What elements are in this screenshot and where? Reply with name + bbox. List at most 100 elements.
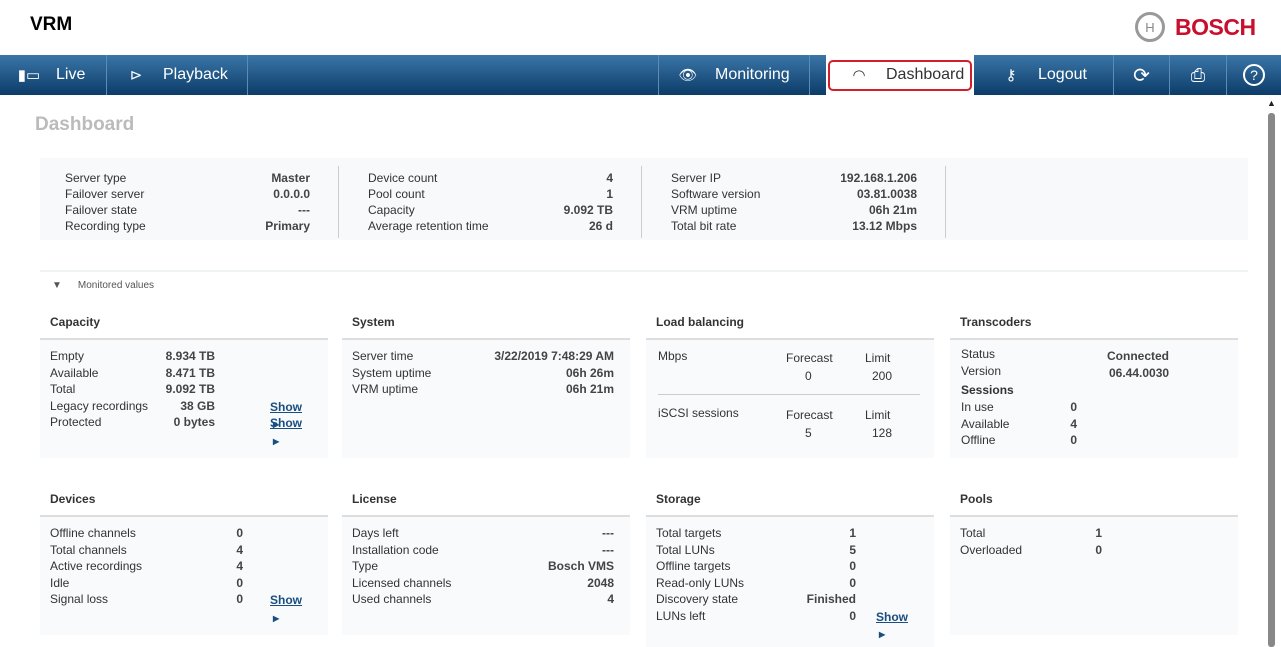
- row-value: 1: [1095, 526, 1102, 540]
- data-row: Failover state ---: [65, 202, 310, 218]
- row-value: 1: [849, 526, 856, 540]
- divider: [338, 166, 339, 238]
- row-label: Installation code: [352, 542, 439, 557]
- data-row: Protected 0 bytes Show: [50, 414, 302, 431]
- print-button[interactable]: ⎙: [1170, 55, 1227, 95]
- data-row: Device count 4: [368, 170, 613, 186]
- row-label: Average retention time: [368, 219, 489, 233]
- row-value: 3/22/2019 7:48:29 AM: [494, 349, 614, 363]
- row-label: LUNs left: [656, 608, 706, 623]
- divider: [945, 166, 946, 238]
- row-value: 1: [606, 187, 613, 201]
- data-row: VRM uptime 06h 21m: [352, 381, 614, 398]
- row-value: 0: [849, 575, 856, 590]
- iscsi-limit: 128: [872, 426, 893, 440]
- data-row: Total channels 4: [50, 542, 243, 559]
- row-value: 0: [236, 592, 243, 606]
- row-label: Server type: [65, 171, 127, 185]
- row-label: Failover server: [65, 187, 145, 201]
- show-link[interactable]: Show: [270, 592, 302, 627]
- row-label: Active recordings: [50, 559, 143, 573]
- row-label: VRM uptime: [671, 203, 738, 217]
- data-row: Total targets 1: [656, 525, 856, 542]
- help-icon: ?: [1243, 64, 1265, 86]
- row-value: Primary: [265, 219, 310, 233]
- license-panel: License Days left --- Installation code --- T…: [342, 485, 630, 635]
- row-label: Empty: [50, 349, 85, 363]
- row-label: Capacity: [368, 203, 415, 217]
- row-value: 0: [849, 608, 856, 623]
- row-label: Device count: [368, 171, 438, 185]
- printer-icon: ⎙: [1190, 64, 1206, 85]
- sessions-heading: Sessions: [961, 383, 1014, 397]
- row-value: 26 d: [588, 219, 613, 233]
- refresh-button[interactable]: ⟳: [1114, 55, 1170, 95]
- bosch-armature-icon: H: [1135, 12, 1165, 42]
- data-row: Pool count 1: [368, 186, 613, 202]
- row-label: System uptime: [352, 365, 432, 380]
- data-row: Capacity 9.092 TB: [368, 202, 613, 218]
- data-row: Days left ---: [352, 525, 614, 542]
- row-value: 13.12 Mbps: [852, 219, 917, 233]
- scrollbar-thumb[interactable]: [1268, 113, 1275, 647]
- row-label: Available: [50, 365, 99, 380]
- show-link[interactable]: Show: [270, 415, 302, 450]
- forecast-header: Forecast: [786, 408, 833, 422]
- transcoders-panel: Transcoders Status Connected Version 06.…: [950, 308, 1238, 458]
- data-row: Active recordings 4: [50, 558, 243, 575]
- data-row: Type Bosch VMS: [352, 558, 614, 575]
- row-value: 06h 21m: [565, 382, 614, 396]
- devices-panel: Devices Offline channels 0 Total channels 4 A…: [40, 485, 328, 635]
- data-row: Discovery state Finished: [656, 591, 856, 608]
- row-value: 0: [1070, 400, 1077, 414]
- row-label: Software version: [671, 187, 761, 201]
- data-row: Server IP 192.168.1.206: [671, 170, 917, 186]
- page-title: Dashboard: [35, 114, 135, 135]
- help-button[interactable]: ?: [1227, 55, 1281, 95]
- row-value: 4: [236, 559, 243, 573]
- row-label: Server time: [352, 349, 414, 363]
- nav-playback[interactable]: ⊳ Playback: [107, 55, 248, 95]
- load-balancing-panel: Load balancing Mbps Forecast Limit 0 200…: [646, 308, 934, 458]
- data-row: Server type Master: [65, 170, 310, 186]
- row-value: ---: [298, 203, 310, 217]
- show-link[interactable]: Show: [876, 609, 908, 644]
- row-value: Finished: [806, 592, 856, 606]
- main-nav: ▮▭ Live ⊳ Playback 👁 Monitoring ◠ Dashboard …: [0, 55, 1281, 95]
- data-row: Overloaded 0: [960, 542, 1102, 559]
- nav-logout[interactable]: ⚷ Logout: [976, 55, 1114, 95]
- nav-dashboard[interactable]: ◠ Dashboard: [826, 55, 974, 95]
- nav-live[interactable]: ▮▭ Live: [0, 55, 107, 95]
- status-label: Status: [961, 347, 996, 361]
- capacity-panel: Capacity Empty 8.934 TB Available 8.471 TB To…: [40, 308, 328, 458]
- data-row: Licensed channels 2048: [352, 575, 614, 592]
- row-label: Idle: [50, 575, 70, 590]
- row-value: 0.0.0.0: [273, 187, 310, 201]
- pools-panel: Pools Total 1 Overloaded 0: [950, 485, 1238, 635]
- row-value: 0: [236, 575, 243, 590]
- iscsi-forecast: 5: [805, 426, 812, 440]
- data-row: System uptime 06h 26m: [352, 365, 614, 382]
- row-value: Bosch VMS: [547, 559, 614, 573]
- row-value: 0: [1070, 433, 1077, 447]
- row-value: 03.81.0038: [856, 187, 917, 201]
- row-value: ---: [602, 526, 614, 540]
- highlight-box: [828, 60, 972, 91]
- row-value: ---: [602, 542, 614, 557]
- limit-header: Limit: [865, 408, 891, 422]
- nav-monitoring[interactable]: 👁 Monitoring: [658, 55, 810, 95]
- row-value: 0: [236, 526, 243, 540]
- divider: [641, 166, 642, 238]
- row-label: VRM uptime: [352, 382, 419, 396]
- row-value: Master: [271, 171, 310, 185]
- scroll-up-arrow-icon[interactable]: ▲: [1267, 98, 1276, 108]
- scrollbar[interactable]: ▲: [1263, 95, 1281, 647]
- data-row: LUNs left 0 Show: [656, 608, 908, 625]
- data-row: Offline channels 0: [50, 525, 243, 542]
- data-row: In use 0: [961, 399, 1077, 416]
- data-row: Signal loss 0 Show: [50, 591, 302, 608]
- monitored-values-toggle[interactable]: ▼ Monitored values: [52, 277, 170, 291]
- row-value: 9.092 TB: [165, 382, 215, 396]
- row-label: Failover state: [65, 203, 138, 217]
- row-label: Offline targets: [656, 559, 731, 573]
